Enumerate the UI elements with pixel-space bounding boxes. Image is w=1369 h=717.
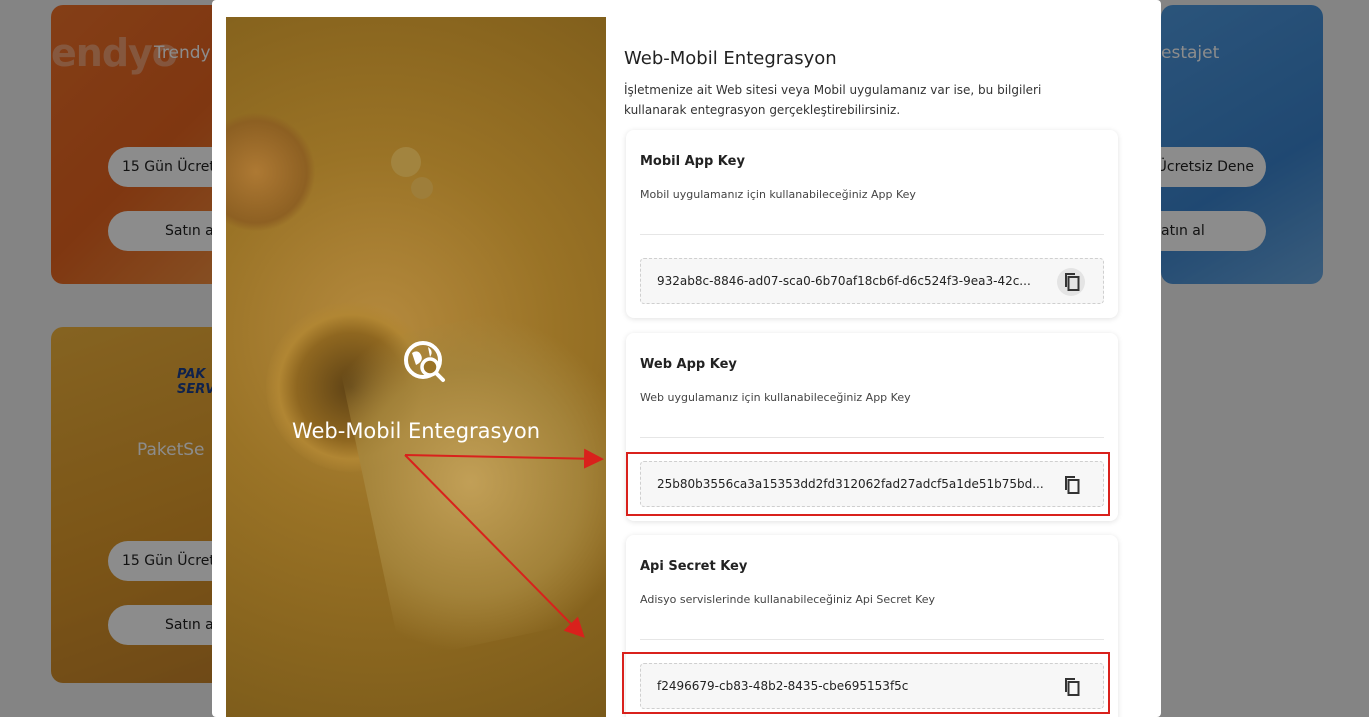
key-description: Adisyo servislerinde kullanabileceğiniz … <box>640 593 936 606</box>
highlight-api-secret-key <box>622 652 1110 714</box>
key-value-box: 932ab8c-8846-ad07-sca0-6b70af18cb6f-d6c5… <box>640 258 1104 304</box>
hero-title: Web-Mobil Entegrasyon <box>291 419 541 443</box>
key-title: Web App Key <box>640 357 737 372</box>
copy-button[interactable] <box>1057 268 1085 296</box>
key-description: Web uygulamanız için kullanabileceğiniz … <box>640 391 911 404</box>
hero-panel: Web-Mobil Entegrasyon <box>226 17 606 717</box>
globe-search-icon <box>404 341 445 382</box>
key-value[interactable]: 932ab8c-8846-ad07-sca0-6b70af18cb6f-d6c5… <box>657 274 1057 288</box>
decor-sprout <box>411 177 433 199</box>
decor-plate <box>335 293 606 661</box>
mobile-app-key-card: Mobil App Key Mobil uygulamanız için kul… <box>626 130 1118 318</box>
key-description: Mobil uygulamanız için kullanabileceğini… <box>640 188 916 201</box>
highlight-web-app-key <box>626 452 1110 516</box>
page-description: İşletmenize ait Web sitesi veya Mobil uy… <box>624 83 1042 117</box>
key-title: Api Secret Key <box>640 559 748 574</box>
decor-sprout <box>391 147 421 177</box>
divider <box>640 234 1104 235</box>
page-title: Web-Mobil Entegrasyon <box>624 48 837 69</box>
copy-icon <box>1065 273 1080 291</box>
decor-bowl <box>226 112 316 232</box>
divider <box>640 639 1104 640</box>
divider <box>640 437 1104 438</box>
key-title: Mobil App Key <box>640 154 745 169</box>
integration-modal: Web-Mobil Entegrasyon Web-Mobil Entegras… <box>212 0 1161 717</box>
